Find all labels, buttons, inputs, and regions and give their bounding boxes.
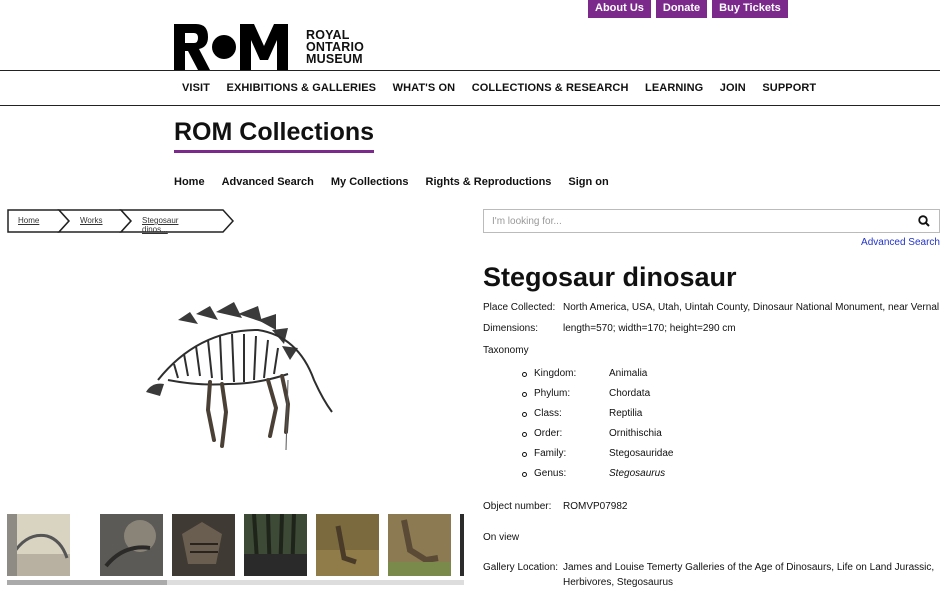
taxonomy-value: Reptilia <box>609 408 643 419</box>
thumbnail-scrollbar[interactable] <box>7 580 464 585</box>
stegosaur-skeleton-image[interactable] <box>138 300 338 460</box>
object-number-value: ROMVP07982 <box>563 501 628 512</box>
collections-subnav: Home Advanced Search My Collections Righ… <box>174 176 626 188</box>
taxonomy-value: Chordata <box>609 388 651 399</box>
taxonomy-rank: Order: <box>534 428 563 439</box>
dimensions-label: Dimensions: <box>483 323 539 334</box>
utility-bar: About Us Donate Buy Tickets <box>588 0 788 18</box>
nav-learning[interactable]: LEARNING <box>645 82 703 94</box>
taxonomy-list: Kingdom: Animalia Phylum: Chordata Class: R… <box>522 368 674 488</box>
place-collected-row: Place Collected: North America, USA, Utah… <box>483 302 939 313</box>
place-collected-label: Place Collected: <box>483 302 556 313</box>
nav-visit[interactable]: VISIT <box>182 82 210 94</box>
collections-title[interactable]: ROM Collections <box>174 118 375 153</box>
search-input[interactable] <box>484 210 904 232</box>
subnav-sign-on[interactable]: Sign on <box>568 176 608 188</box>
taxonomy-rank: Class: <box>534 408 562 419</box>
nav-exhibitions[interactable]: EXHIBITIONS & GALLERIES <box>227 82 377 94</box>
thumbnail-image[interactable] <box>7 514 70 576</box>
nav-join[interactable]: JOIN <box>720 82 746 94</box>
list-item: Genus: Stegosaurus <box>522 468 674 488</box>
gallery-location-label: Gallery Location: <box>483 562 559 573</box>
scrollbar-thumb[interactable] <box>7 580 167 585</box>
logo-line: MUSEUM <box>306 52 363 66</box>
search-icon[interactable] <box>918 215 930 227</box>
taxonomy-rank: Kingdom: <box>534 368 577 379</box>
thumbnail-image[interactable] <box>388 514 451 576</box>
taxonomy-rank: Phylum: <box>534 388 571 399</box>
nav-whats-on[interactable]: WHAT'S ON <box>393 82 456 94</box>
about-us-link[interactable]: About Us <box>588 0 651 18</box>
taxonomy-value: Stegosauridae <box>609 448 674 459</box>
rom-logo[interactable]: ROYAL ONTARIO MUSEUM <box>174 24 364 70</box>
subnav-rights-reproductions[interactable]: Rights & Reproductions <box>426 176 552 188</box>
subnav-home[interactable]: Home <box>174 176 205 188</box>
list-item: Phylum: Chordata <box>522 388 674 408</box>
taxonomy-rank: Family: <box>534 448 567 459</box>
advanced-search-link[interactable]: Advanced Search <box>861 237 940 248</box>
list-item: Kingdom: Animalia <box>522 368 674 388</box>
place-collected-value: North America, USA, Utah, Uintah County,… <box>563 302 940 313</box>
rom-logo-mark <box>174 24 288 70</box>
dimensions-value: length=570; width=170; height=290 cm <box>563 323 736 334</box>
dimensions-row: Dimensions: length=570; width=170; height… <box>483 323 736 334</box>
taxonomy-rank: Genus: <box>534 468 567 479</box>
thumbnail-image[interactable] <box>460 514 464 576</box>
taxonomy-label: Taxonomy <box>483 345 529 356</box>
object-title: Stegosaur dinosaur <box>483 262 737 292</box>
breadcrumb-home[interactable]: Home <box>18 216 39 225</box>
nav-collections-research[interactable]: COLLECTIONS & RESEARCH <box>472 82 629 94</box>
search-box <box>483 209 940 233</box>
thumbnail-image[interactable] <box>172 514 235 576</box>
on-view-status: On view <box>483 532 520 543</box>
object-number-label: Object number: <box>483 501 552 512</box>
list-item: Class: Reptilia <box>522 408 674 428</box>
breadcrumb-works[interactable]: Works <box>80 216 103 225</box>
subnav-advanced-search[interactable]: Advanced Search <box>222 176 314 188</box>
object-number-row: Object number: ROMVP07982 <box>483 501 627 512</box>
nav-support[interactable]: SUPPORT <box>762 82 816 94</box>
gallery-location-value: James and Louise Temerty Galleries of th… <box>563 562 935 588</box>
breadcrumb-arrows <box>7 209 235 233</box>
subnav-my-collections[interactable]: My Collections <box>331 176 409 188</box>
thumbnail-image[interactable] <box>244 514 307 576</box>
main-nav: VISIT EXHIBITIONS & GALLERIES WHAT'S ON … <box>0 70 940 106</box>
thumbnail-image[interactable] <box>100 514 163 576</box>
thumbnail-strip <box>7 514 464 576</box>
taxonomy-value: Stegosaurus <box>609 468 666 479</box>
taxonomy-value: Animalia <box>609 368 648 379</box>
list-item: Order: Ornithischia <box>522 428 674 448</box>
breadcrumb-current[interactable]: Stegosaur dinos... <box>142 216 178 234</box>
list-item: Family: Stegosauridae <box>522 448 674 468</box>
taxonomy-value: Ornithischia <box>609 428 662 439</box>
logo-text: ROYAL ONTARIO MUSEUM <box>306 29 364 66</box>
donate-link[interactable]: Donate <box>655 0 708 18</box>
buy-tickets-link[interactable]: Buy Tickets <box>712 0 788 18</box>
thumbnail-image[interactable] <box>316 514 379 576</box>
